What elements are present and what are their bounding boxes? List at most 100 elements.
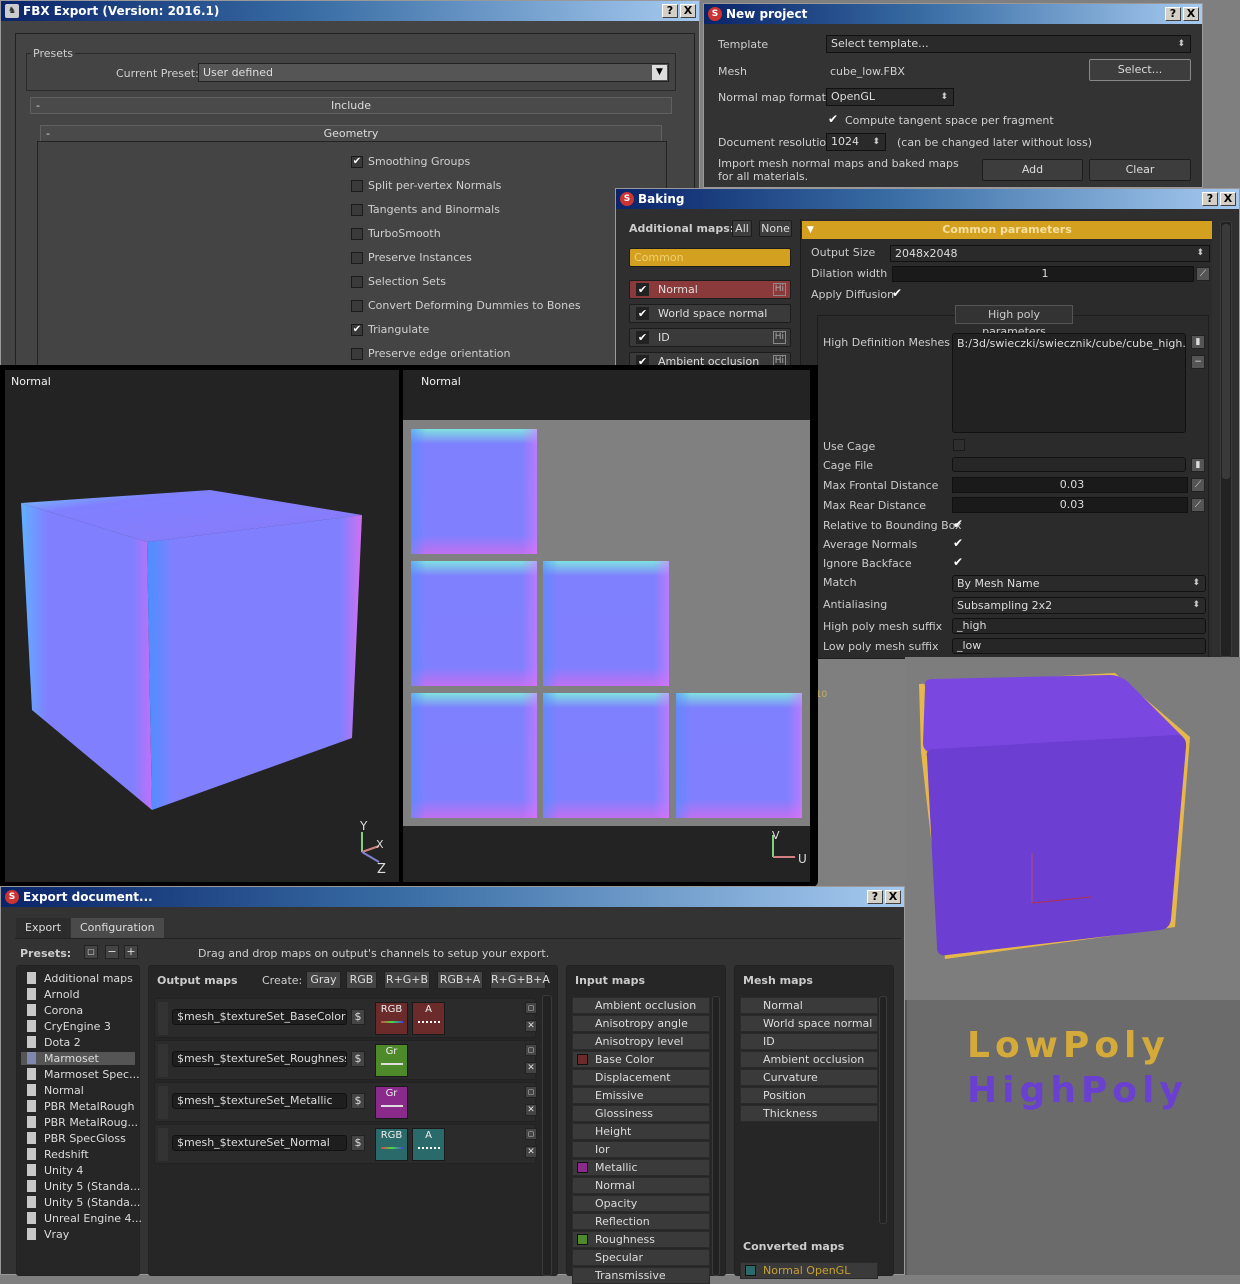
create-button[interactable]: RGB+A: [437, 971, 483, 989]
help-button[interactable]: ?: [1202, 192, 1218, 206]
apply-diffusion-checkbox[interactable]: ✔: [892, 286, 902, 300]
preset-item[interactable]: Unity 5 (Standa...: [27, 1196, 140, 1209]
output-name-input[interactable]: $mesh_$textureSet_Normal: [172, 1135, 347, 1151]
high-poly-header[interactable]: High poly parameters: [955, 305, 1073, 338]
new-project-titlebar[interactable]: S New project ? X: [704, 4, 1202, 24]
option-checkbox[interactable]: [351, 252, 363, 264]
edit-pencil-icon[interactable]: ⟋: [1191, 478, 1205, 492]
all-button[interactable]: All: [732, 220, 752, 237]
edit-pencil-icon[interactable]: ⟋: [1196, 267, 1210, 281]
drag-handle[interactable]: [158, 1044, 168, 1077]
option-checkbox[interactable]: [351, 300, 363, 312]
output-name-input[interactable]: $mesh_$textureSet_BaseColor: [172, 1009, 347, 1025]
remove-preset-icon[interactable]: −: [105, 945, 119, 959]
common-params-header[interactable]: ▼ Common parameters: [802, 221, 1212, 239]
file-open-icon[interactable]: ▮: [1191, 458, 1205, 472]
close-button[interactable]: X: [1183, 7, 1199, 21]
map-checkbox[interactable]: ✔: [636, 307, 649, 320]
scrollbar-thumb[interactable]: [1222, 224, 1230, 479]
duplicate-output-icon[interactable]: ▢: [525, 1044, 537, 1056]
channel-slot[interactable]: A: [412, 1128, 445, 1161]
create-button[interactable]: Gray: [306, 971, 341, 989]
input-maps-scrollbar[interactable]: [712, 996, 720, 1276]
close-button[interactable]: X: [680, 4, 696, 18]
duplicate-preset-icon[interactable]: ▢: [84, 945, 98, 959]
clear-button[interactable]: Clear: [1089, 159, 1191, 181]
cage-file-field[interactable]: [952, 457, 1186, 472]
channel-slot[interactable]: A: [412, 1002, 445, 1035]
mesh-map-item[interactable]: Ambient occlusion: [740, 1051, 878, 1068]
option-checkbox[interactable]: [351, 228, 363, 240]
input-map-item[interactable]: Anisotropy level: [572, 1033, 710, 1050]
preset-item[interactable]: Corona: [27, 1004, 83, 1017]
dollar-button[interactable]: $: [351, 1051, 365, 1067]
geometry-rollout[interactable]: - Geometry: [40, 125, 662, 142]
bake-map-item[interactable]: ✔ Normal Hi: [629, 280, 791, 299]
preset-item[interactable]: Additional maps: [27, 972, 133, 985]
outputs-scrollbar[interactable]: [542, 995, 552, 1276]
channel-slot[interactable]: RGB: [375, 1128, 408, 1161]
preset-item[interactable]: Unity 4: [27, 1164, 83, 1177]
average-normals-checkbox[interactable]: ✔: [953, 536, 963, 550]
help-button[interactable]: ?: [867, 890, 883, 904]
uv-view[interactable]: Normal V U: [403, 370, 810, 882]
relative-bbox-checkbox[interactable]: ✔: [953, 517, 963, 531]
duplicate-output-icon[interactable]: ▢: [525, 1002, 537, 1014]
input-map-item[interactable]: Transmissive: [572, 1267, 710, 1284]
use-cage-checkbox[interactable]: [953, 439, 965, 451]
output-name-input[interactable]: $mesh_$textureSet_Roughness: [172, 1051, 347, 1067]
max-rear-slider[interactable]: 0.03: [952, 497, 1188, 513]
edit-pencil-icon[interactable]: ⟋: [1191, 498, 1205, 512]
include-rollout[interactable]: - Include: [30, 97, 672, 114]
input-map-item[interactable]: Opacity: [572, 1195, 710, 1212]
3d-view[interactable]: Normal Y X Z: [5, 370, 399, 882]
low-suffix-input[interactable]: _low: [952, 638, 1206, 654]
preset-item[interactable]: Marmoset: [21, 1052, 135, 1065]
max-frontal-slider[interactable]: 0.03: [952, 477, 1188, 493]
create-button[interactable]: R+G+B+A: [490, 971, 550, 989]
export-titlebar[interactable]: S Export document... ? X: [1, 887, 904, 907]
add-preset-icon[interactable]: +: [124, 945, 138, 959]
hd-meshes-list[interactable]: B:/3d/swieczki/swiecznik/cube/cube_high.…: [952, 333, 1186, 433]
preset-item[interactable]: Vray: [27, 1228, 69, 1241]
mesh-map-item[interactable]: World space normal: [740, 1015, 878, 1032]
hi-badge[interactable]: Hi: [772, 283, 786, 296]
delete-output-icon[interactable]: ✕: [525, 1062, 537, 1074]
preset-item[interactable]: Unreal Engine 4...: [27, 1212, 142, 1225]
ignore-backface-checkbox[interactable]: ✔: [953, 555, 963, 569]
drag-handle[interactable]: [158, 1002, 168, 1035]
lowpoly-highpoly-viewport[interactable]: 210: [810, 657, 1240, 1000]
option-checkbox[interactable]: [351, 204, 363, 216]
input-map-item[interactable]: Ior: [572, 1141, 710, 1158]
hd-mesh-path[interactable]: B:/3d/swieczki/swiecznik/cube/cube_high.…: [957, 337, 1185, 350]
common-map-item[interactable]: Common: [629, 248, 791, 267]
bake-map-item[interactable]: ✔ World space normal: [629, 304, 791, 323]
current-preset-dropdown[interactable]: User defined ▼: [198, 63, 669, 82]
map-checkbox[interactable]: ✔: [636, 283, 649, 296]
preset-item[interactable]: PBR SpecGloss: [27, 1132, 126, 1145]
preset-item[interactable]: Marmoset Spec...: [27, 1068, 140, 1081]
file-open-icon[interactable]: ▮: [1191, 335, 1205, 349]
dilation-slider[interactable]: 1: [892, 266, 1194, 282]
mesh-map-item[interactable]: ID: [740, 1033, 878, 1050]
preset-item[interactable]: CryEngine 3: [27, 1020, 111, 1033]
duplicate-output-icon[interactable]: ▢: [525, 1128, 537, 1140]
match-dropdown[interactable]: By Mesh Name ⬍: [952, 575, 1206, 592]
normal-format-dropdown[interactable]: OpenGL ⬍: [826, 88, 954, 106]
mesh-map-item[interactable]: Curvature: [740, 1069, 878, 1086]
output-size-dropdown[interactable]: 2048x2048 ⬍: [890, 245, 1210, 262]
dollar-button[interactable]: $: [351, 1135, 365, 1151]
antialiasing-dropdown[interactable]: Subsampling 2x2 ⬍: [952, 597, 1206, 614]
resolution-dropdown[interactable]: 1024 ⬍: [826, 133, 886, 151]
mesh-maps-scrollbar[interactable]: [879, 996, 887, 1224]
option-checkbox[interactable]: [351, 348, 363, 360]
input-map-item[interactable]: Height: [572, 1123, 710, 1140]
mesh-map-item[interactable]: Normal: [740, 997, 878, 1014]
compute-tangent-checkbox[interactable]: ✔: [828, 112, 838, 126]
delete-output-icon[interactable]: ✕: [525, 1146, 537, 1158]
tab-export[interactable]: Export: [16, 918, 71, 938]
help-button[interactable]: ?: [662, 4, 678, 18]
remove-icon[interactable]: −: [1191, 355, 1205, 369]
input-map-item[interactable]: Reflection: [572, 1213, 710, 1230]
input-map-item[interactable]: Ambient occlusion: [572, 997, 710, 1014]
